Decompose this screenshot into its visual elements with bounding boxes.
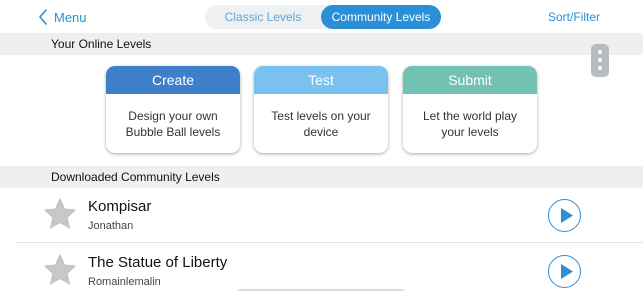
back-button[interactable]: Menu bbox=[38, 8, 87, 26]
online-levels-section-header: Your Online Levels bbox=[0, 33, 643, 55]
star-icon[interactable] bbox=[43, 197, 77, 231]
level-author: Romainlemalin bbox=[88, 276, 161, 288]
star-icon[interactable] bbox=[43, 253, 77, 287]
chevron-left-icon bbox=[39, 9, 47, 25]
level-title: Kompisar bbox=[88, 198, 152, 215]
top-navigation-bar: Menu Classic Levels Community Levels Sor… bbox=[0, 0, 643, 33]
tab-classic-levels[interactable]: Classic Levels bbox=[205, 5, 321, 29]
play-button[interactable] bbox=[548, 199, 581, 232]
submit-card[interactable]: Submit Let the world play your levels bbox=[403, 66, 537, 153]
play-icon bbox=[561, 264, 573, 279]
play-button[interactable] bbox=[548, 255, 581, 288]
test-card-title: Test bbox=[254, 66, 388, 94]
downloaded-levels-section-header: Downloaded Community Levels bbox=[0, 166, 643, 188]
level-type-segmented-control: Classic Levels Community Levels bbox=[205, 5, 441, 29]
play-icon bbox=[561, 208, 573, 223]
sort-filter-button[interactable]: Sort/Filter bbox=[548, 10, 600, 24]
create-card-title: Create bbox=[106, 66, 240, 94]
create-card-description: Design your own Bubble Ball levels bbox=[125, 108, 221, 139]
submit-card-description: Let the world play your levels bbox=[422, 108, 518, 139]
test-card-description: Test levels on your device bbox=[271, 108, 371, 139]
submit-card-title: Submit bbox=[403, 66, 537, 94]
level-author: Jonathan bbox=[88, 220, 134, 232]
create-card[interactable]: Create Design your own Bubble Ball level… bbox=[106, 66, 240, 153]
tab-community-levels[interactable]: Community Levels bbox=[321, 5, 441, 29]
test-card[interactable]: Test Test levels on your device bbox=[254, 66, 388, 153]
kebab-menu-icon[interactable] bbox=[591, 44, 609, 77]
level-title: The Statue of Liberty bbox=[88, 254, 228, 271]
scroll-indicator bbox=[238, 289, 404, 291]
level-row[interactable]: Kompisar Jonathan bbox=[0, 188, 643, 242]
back-button-label: Menu bbox=[54, 9, 87, 25]
